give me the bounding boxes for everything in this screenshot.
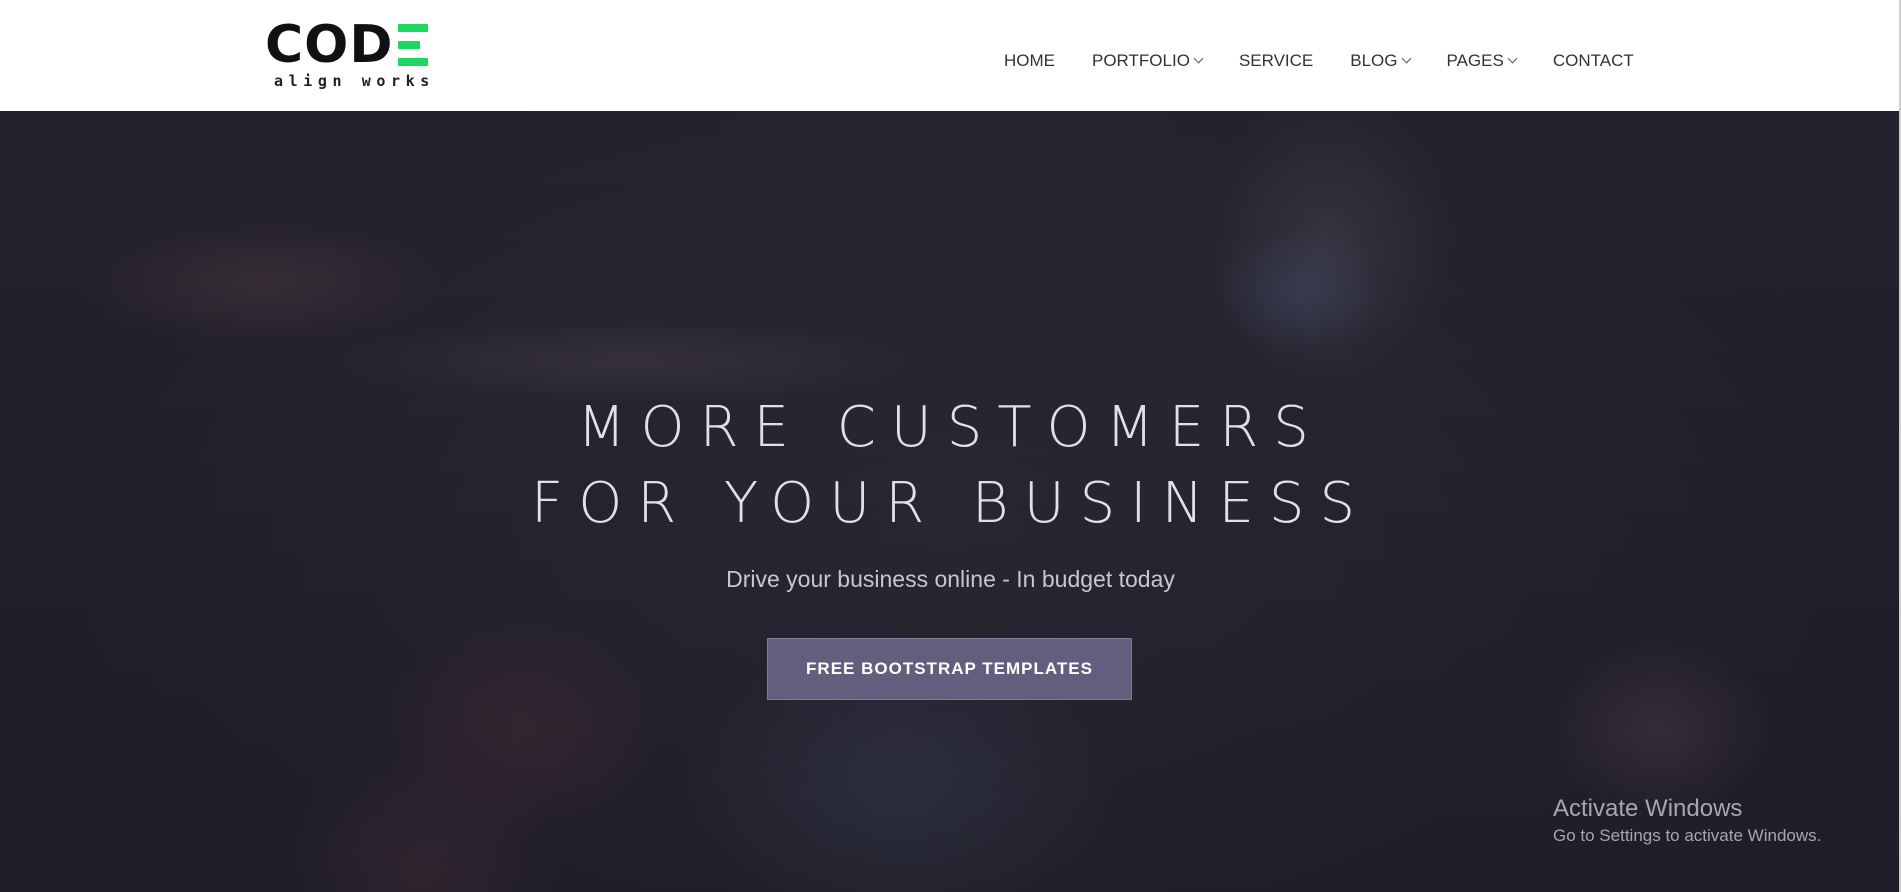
site-logo[interactable]: COD align works xyxy=(265,19,440,90)
hero-title-line-1: MORE CUSTOMERS xyxy=(577,395,1324,460)
nav-item-service[interactable]: SERVICE xyxy=(1239,51,1313,71)
nav-item-home[interactable]: HOME xyxy=(1004,51,1055,71)
nav-item-pages[interactable]: PAGES xyxy=(1446,51,1518,71)
nav-item-blog[interactable]: BLOG xyxy=(1350,51,1411,71)
site-header: COD align works HOME PORTFOLIO SERVICE B… xyxy=(0,0,1901,111)
main-nav: HOME PORTFOLIO SERVICE BLOG PAGES CONTAC… xyxy=(1004,50,1634,72)
watermark-title: Activate Windows xyxy=(1553,795,1743,822)
hero-title: MORE CUSTOMERS FOR YOUR BUSINESS xyxy=(0,390,1901,542)
logo-tagline: align works xyxy=(274,72,435,90)
chevron-down-icon xyxy=(1507,53,1518,64)
free-bootstrap-templates-button[interactable]: FREE BOOTSTRAP TEMPLATES xyxy=(767,638,1132,700)
logo-wordmark: COD xyxy=(265,19,430,71)
nav-item-label: PAGES xyxy=(1446,51,1504,70)
chevron-down-icon xyxy=(1193,53,1204,64)
hero-section: MORE CUSTOMERS FOR YOUR BUSINESS Drive y… xyxy=(0,111,1901,892)
hero-subtitle: Drive your business online - In budget t… xyxy=(726,566,1175,592)
logo-accent-e-icon xyxy=(396,24,430,66)
hero-title-line-2: FOR YOUR BUSINESS xyxy=(530,471,1370,536)
chevron-down-icon xyxy=(1401,53,1411,64)
nav-item-label: BLOG xyxy=(1350,51,1398,70)
activate-windows-watermark: Activate Windows Go to Settings to activ… xyxy=(1553,794,1821,848)
nav-item-label: SERVICE xyxy=(1238,51,1314,70)
nav-item-portfolio[interactable]: PORTFOLIO xyxy=(1092,51,1204,71)
nav-item-label: CONTACT xyxy=(1552,51,1634,70)
nav-item-label: PORTFOLIO xyxy=(1092,51,1190,70)
watermark-subtitle: Go to Settings to activate Windows. xyxy=(1553,826,1822,845)
nav-item-label: HOME xyxy=(1004,51,1055,70)
nav-item-contact[interactable]: CONTACT xyxy=(1553,51,1634,71)
